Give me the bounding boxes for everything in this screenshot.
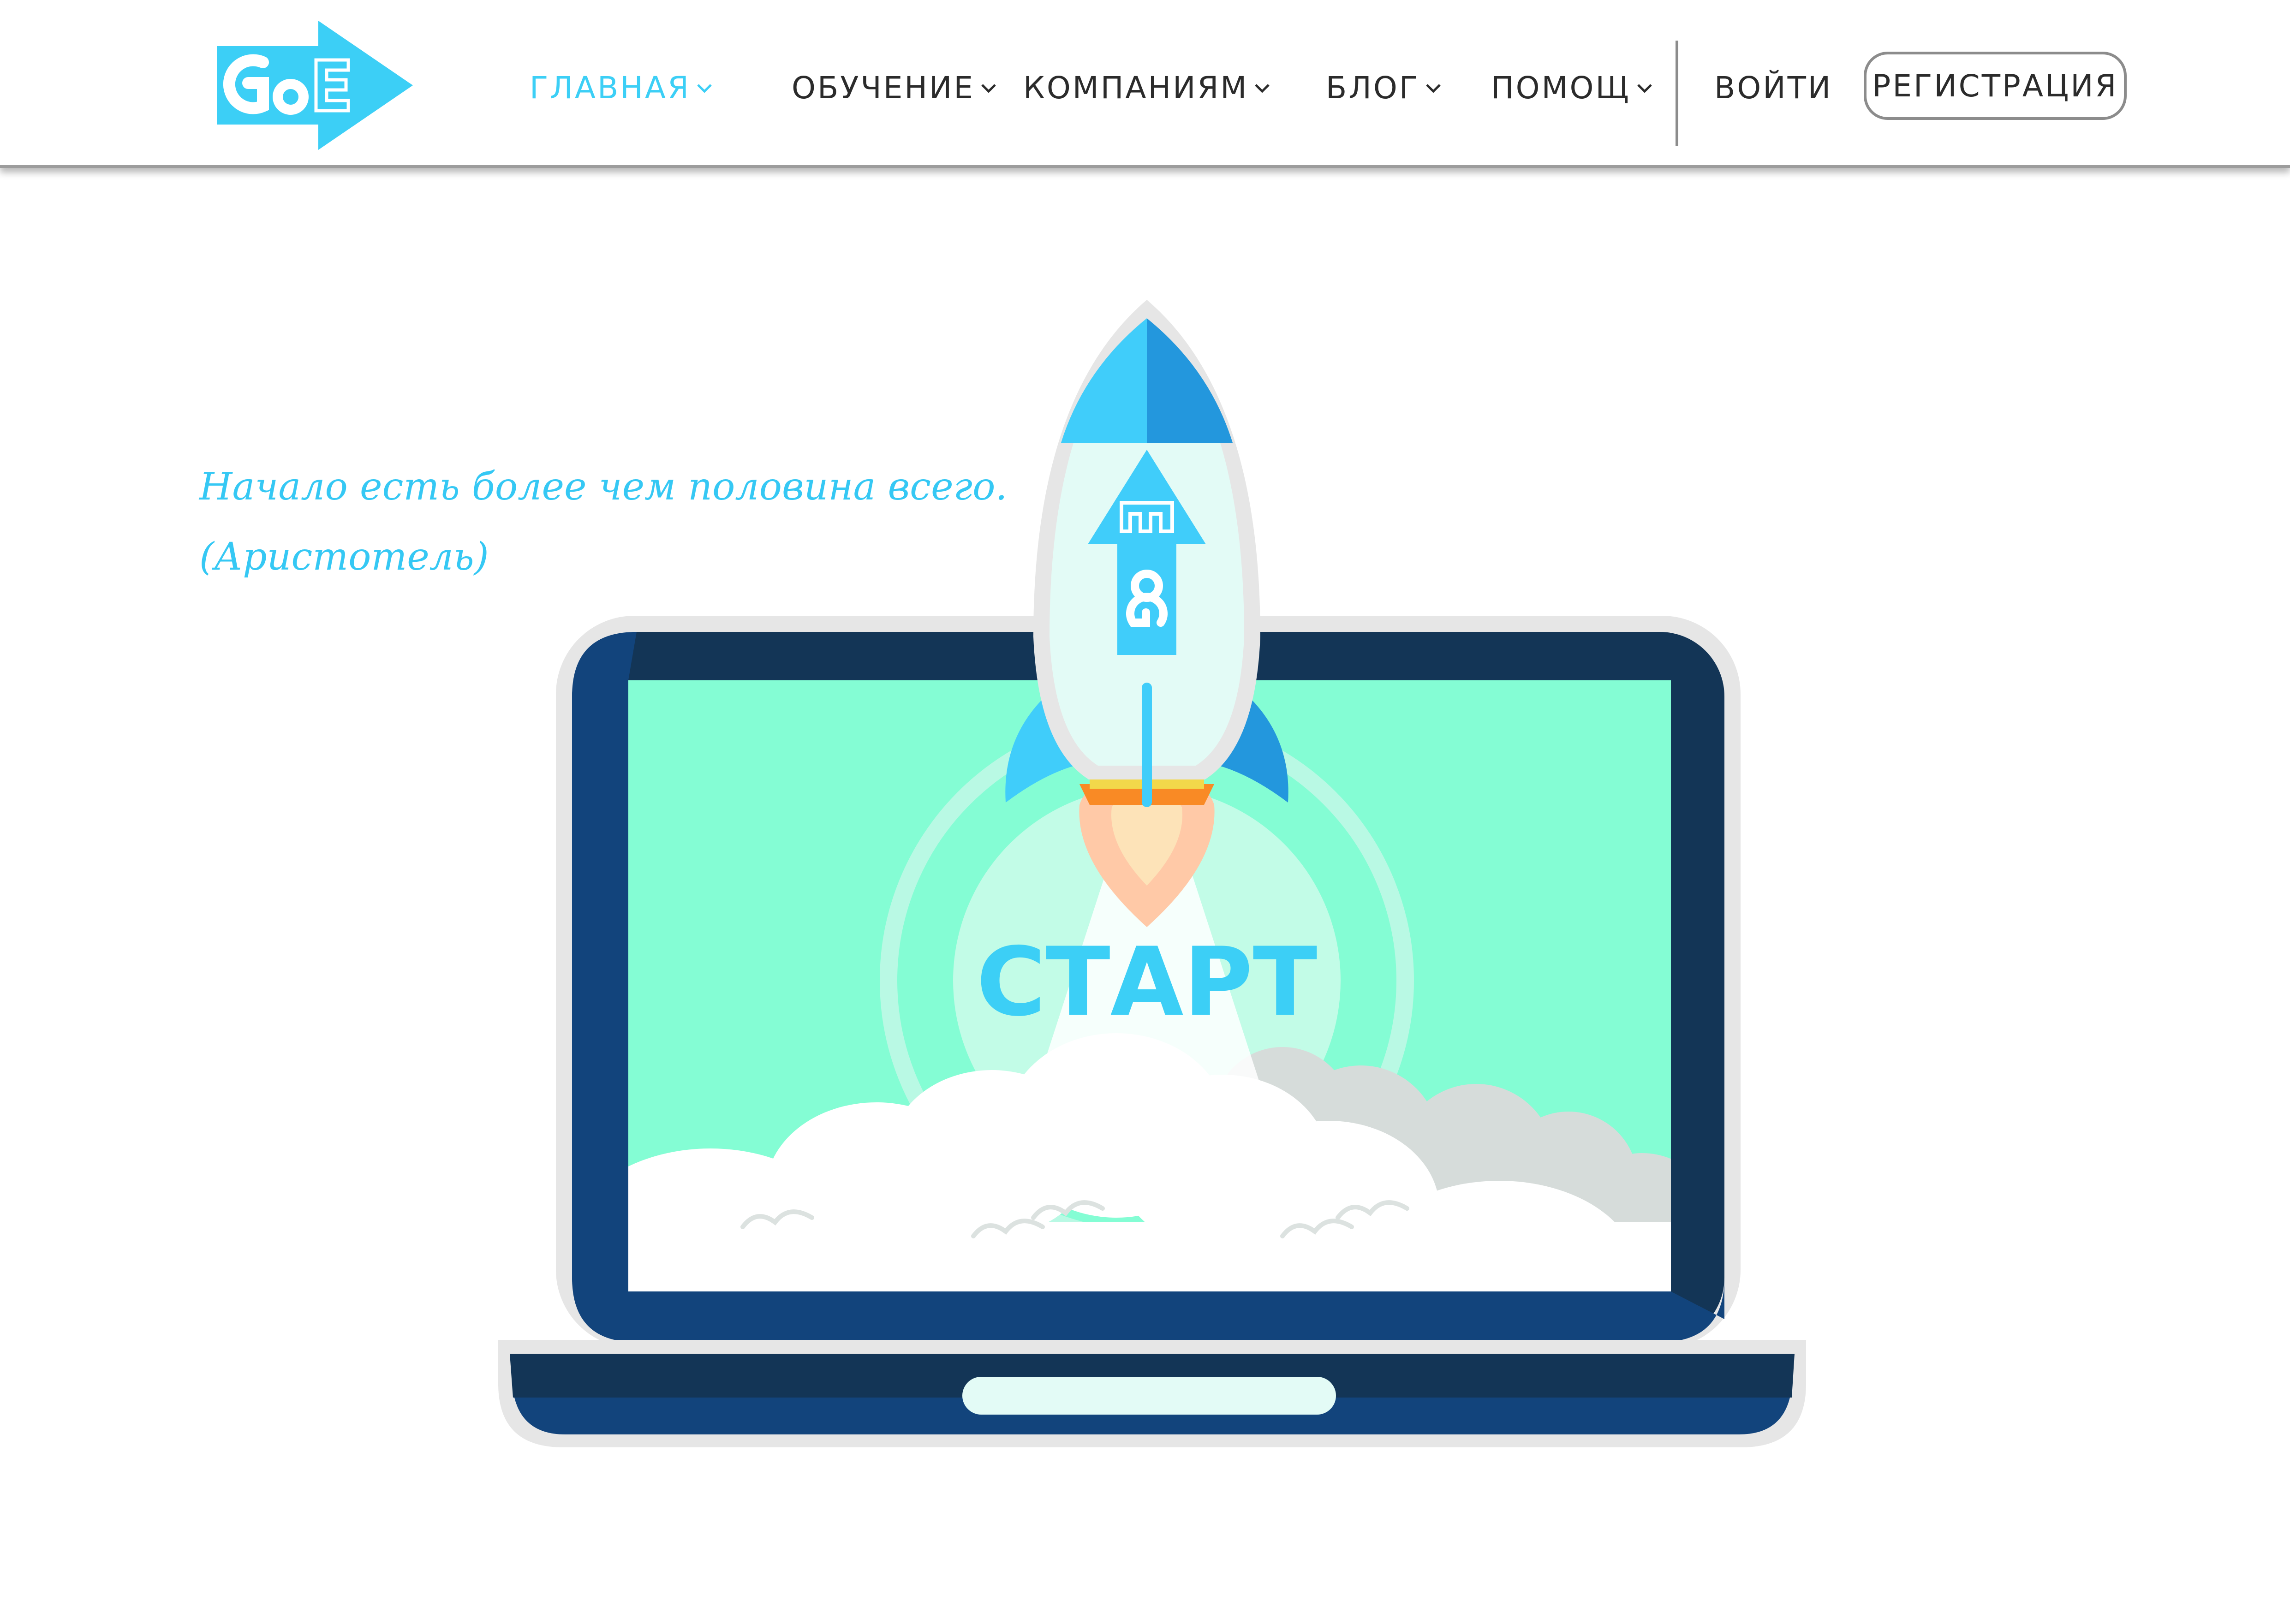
register-button[interactable]: РЕГИСТРАЦИЯ (1864, 52, 2127, 120)
chevron-down-icon (1423, 77, 1443, 98)
nav-item-learning[interactable]: ОБУЧЕНИЕ (792, 65, 999, 111)
nav-divider (1676, 41, 1678, 146)
rocket-laptop-illustration: СТАРТ (498, 300, 1806, 1447)
nav-item-label: ОБУЧЕНИЕ (792, 70, 975, 106)
nav-item-label: ПОМОЩ (1491, 70, 1631, 106)
nav-item-help[interactable]: ПОМОЩ (1491, 65, 1655, 111)
chevron-down-icon (1634, 77, 1655, 98)
goe-logo[interactable] (208, 18, 415, 152)
nav-item-main[interactable]: ГЛАВНАЯ (530, 65, 715, 111)
nav-item-label: КОМПАНИЯМ (1023, 70, 1249, 106)
goe-arrow-logo-icon (217, 21, 413, 150)
nav-item-companies[interactable]: КОМПАНИЯМ (1023, 65, 1272, 111)
trackpad (962, 1377, 1336, 1415)
chevron-down-icon (978, 77, 999, 98)
nav-item-blog[interactable]: БЛОГ (1326, 65, 1443, 111)
nav-item-label: БЛОГ (1326, 70, 1420, 106)
start-label: СТАРТ (976, 928, 1317, 1037)
login-link[interactable]: ВОЙТИ (1714, 65, 1832, 111)
chevron-down-icon (1252, 77, 1272, 98)
top-navigation-bar: ГЛАВНАЯ ОБУЧЕНИЕ КОМПАНИЯМ БЛОГ ПОМОЩ ВО… (0, 0, 2290, 168)
nav-item-label: ГЛАВНАЯ (530, 70, 691, 106)
chevron-down-icon (694, 77, 715, 98)
